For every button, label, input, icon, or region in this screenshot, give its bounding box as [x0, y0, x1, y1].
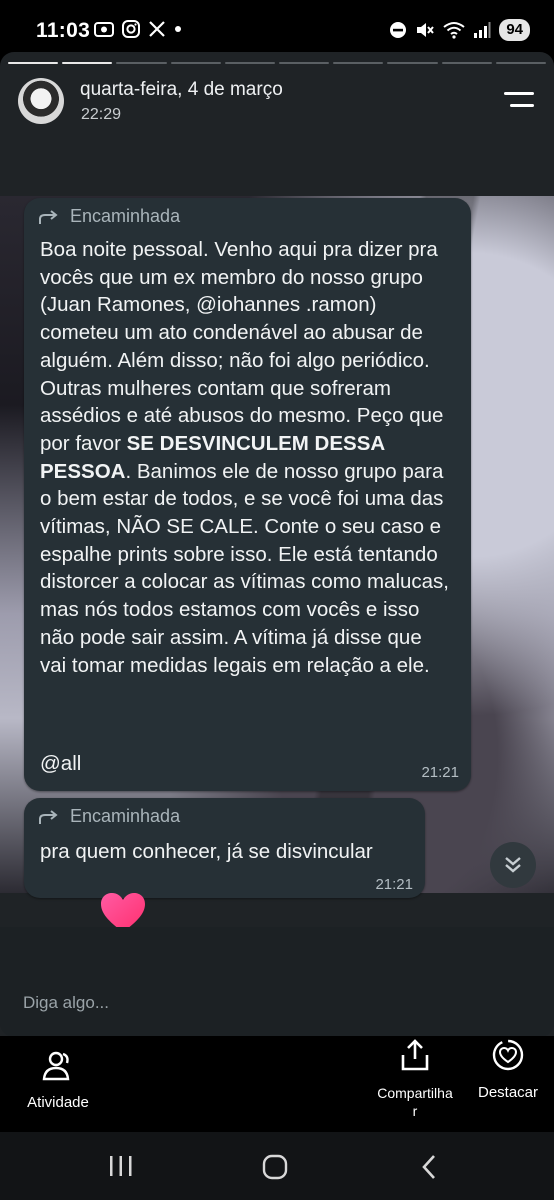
chevron-double-down-icon — [505, 857, 521, 873]
home-icon[interactable] — [262, 1154, 288, 1180]
message-text-part: . Banimos ele de nosso grupo para o bem … — [40, 459, 449, 677]
signal-icon — [474, 22, 491, 38]
progress-segment — [116, 62, 167, 64]
message-bubble-1: Encaminhada Boa noite pessoal. Venho aqu… — [24, 198, 471, 791]
forwarded-label: Encaminhada — [38, 806, 180, 827]
story-progress-bar — [8, 62, 547, 64]
screenshot-icon — [94, 22, 114, 37]
back-icon[interactable] — [420, 1154, 438, 1180]
progress-segment — [441, 62, 492, 64]
activity-button[interactable]: Atividade — [22, 1048, 94, 1112]
message-text: Boa noite pessoal. Venho aqui pra dizer … — [40, 236, 453, 679]
forward-icon — [39, 809, 58, 824]
mute-icon — [417, 23, 435, 37]
reply-input[interactable]: Diga algo... — [23, 993, 109, 1013]
activity-icon — [42, 1051, 70, 1081]
share-label: Compartilha r — [377, 1085, 453, 1119]
status-bar: 11:03 94 — [0, 0, 554, 58]
system-nav-bar — [0, 1132, 554, 1200]
activity-label: Atividade — [27, 1094, 89, 1111]
message-timestamp: 21:21 — [375, 876, 413, 893]
progress-segment — [495, 62, 547, 64]
recent-apps-icon[interactable] — [108, 1154, 134, 1178]
reply-area[interactable]: Diga algo... — [0, 927, 554, 1037]
progress-segment — [387, 62, 438, 64]
story-view[interactable]: quarta-feira, 4 de março 22:29 Encaminha… — [0, 52, 554, 1134]
wifi-icon — [443, 22, 465, 39]
story-time: 22:29 — [81, 106, 122, 123]
story-date: quarta-feira, 4 de março — [80, 79, 283, 100]
forward-icon — [39, 209, 58, 224]
progress-segment — [170, 62, 221, 64]
progress-segment — [62, 62, 113, 64]
share-button[interactable]: Compartilha r — [368, 1038, 462, 1120]
message-text: pra quem conhecer, já se disvincular — [40, 840, 373, 863]
story-actions-bar: Atividade Compartilha r Destacar — [0, 1036, 554, 1132]
highlight-label: Destacar — [477, 1084, 539, 1101]
progress-segment — [8, 62, 59, 64]
forwarded-label: Encaminhada — [38, 206, 180, 227]
forwarded-text: Encaminhada — [70, 806, 181, 826]
mention-all[interactable]: @all — [40, 752, 81, 776]
progress-segment — [224, 62, 276, 64]
avatar[interactable] — [18, 78, 64, 124]
message-timestamp: 21:21 — [421, 764, 459, 781]
message-bubble-2: Encaminhada pra quem conhecer, já se dis… — [24, 798, 425, 898]
highlight-heart-icon — [492, 1039, 524, 1071]
forwarded-text: Encaminhada — [70, 206, 181, 226]
battery-badge: 94 — [499, 19, 530, 41]
status-time: 11:03 — [36, 19, 91, 42]
progress-segment — [279, 62, 330, 64]
message-text-part: Boa noite pessoal. Venho aqui pra dizer … — [40, 238, 444, 455]
share-icon — [401, 1039, 429, 1071]
highlight-button[interactable]: Destacar — [472, 1038, 544, 1102]
menu-icon[interactable] — [504, 92, 534, 108]
scroll-down-button[interactable] — [490, 842, 536, 888]
dnd-icon — [390, 22, 407, 38]
progress-segment — [333, 62, 384, 64]
instagram-icon — [122, 20, 140, 38]
dot-icon — [175, 26, 181, 32]
x-icon — [149, 21, 165, 37]
